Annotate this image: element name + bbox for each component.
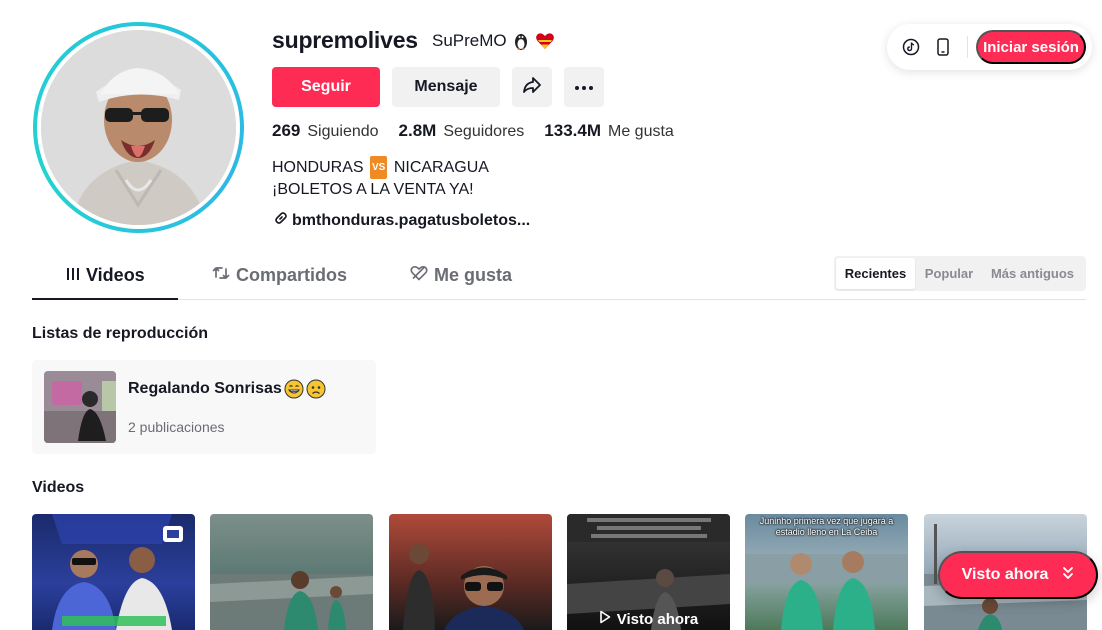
chevrons-down-icon [1062, 566, 1074, 585]
stat-following[interactable]: 269 Siguiendo [272, 121, 379, 141]
stat-value: 2.8M [398, 121, 437, 140]
repost-icon [212, 265, 230, 286]
tab-label: Compartidos [236, 265, 348, 285]
sad-face-icon [306, 379, 326, 399]
video-card[interactable]: Visto ahora [567, 514, 730, 630]
bio-line-1: HONDURAS VS NICARAGUA [272, 156, 489, 179]
playlist-count: 2 publicaciones [128, 419, 225, 435]
vs-icon: VS [370, 156, 388, 179]
playlist-thumbnail [44, 371, 116, 443]
avatar[interactable] [33, 22, 244, 233]
ellipsis-icon [574, 78, 594, 96]
top-actions: Iniciar sesión [887, 24, 1092, 70]
playlist-title-text: Regalando Sonrisas [128, 380, 282, 397]
divider [967, 36, 968, 58]
playlist-card[interactable]: Regalando Sonrisas 2 publicaciones [32, 360, 376, 454]
share-icon [521, 74, 543, 101]
link-text: bmthonduras.pagatusboletos... [292, 211, 531, 229]
tab-label: Videos [86, 265, 145, 285]
grin-icon [284, 379, 304, 399]
play-icon [599, 610, 611, 628]
nickname: SuPreMO [432, 31, 555, 51]
stat-value: 269 [272, 121, 301, 140]
video-card[interactable] [32, 514, 195, 630]
watched-label: Visto ahora [567, 608, 730, 630]
video-card[interactable]: Juninho primera vez que jugará a estadio… [745, 514, 908, 630]
tab-label: Me gusta [434, 265, 513, 285]
follow-button[interactable]: Seguir [272, 67, 380, 107]
stat-value: 133.4M [544, 121, 601, 140]
bio-line-2: ¡BOLETOS A LA VENTA YA! [272, 181, 474, 198]
penguin-icon [511, 31, 531, 51]
video-card[interactable] [210, 514, 373, 630]
tab-shared[interactable]: Compartidos [212, 265, 347, 286]
video-card[interactable] [389, 514, 552, 630]
videos-title: Videos [32, 479, 85, 496]
video-caption: Juninho primera vez que jugará a estadio… [759, 516, 894, 537]
sort-selector: Recientes Popular Más antiguos [834, 256, 1086, 291]
video-thumbnail [403, 544, 524, 630]
playlist-title: Regalando Sonrisas [128, 379, 326, 399]
stat-followers[interactable]: 2.8M Seguidores [399, 121, 525, 141]
more-button[interactable] [564, 67, 604, 107]
bio: HONDURAS VS NICARAGUA ¡BOLETOS A LA VENT… [272, 156, 489, 200]
grid-icon [66, 265, 80, 286]
avatar-photo [41, 30, 236, 225]
float-button-label: Visto ahora [961, 566, 1049, 583]
share-button[interactable] [512, 67, 552, 107]
tiktok-icon[interactable] [901, 37, 921, 57]
stat-label: Seguidores [443, 123, 525, 140]
link-icon [274, 211, 288, 230]
mobile-icon[interactable] [933, 37, 953, 57]
video-thumbnail [52, 514, 183, 630]
heart-outline-icon [410, 265, 428, 286]
nickname-text: SuPreMO [432, 31, 507, 50]
stat-label: Siguiendo [307, 123, 379, 140]
watched-text: Visto ahora [616, 610, 699, 628]
video-thumbnail [210, 571, 373, 630]
username: supremolives [272, 27, 418, 53]
tab-likes[interactable]: Me gusta [410, 265, 512, 286]
stat-likes: 133.4M Me gusta [544, 121, 674, 141]
profile-stats: 269 Siguiendo 2.8M Seguidores 133.4M Me gus… [272, 121, 674, 141]
message-button[interactable]: Mensaje [392, 67, 500, 107]
login-button[interactable]: Iniciar sesión [976, 30, 1086, 64]
bio-link[interactable]: bmthonduras.pagatusboletos... [274, 211, 530, 230]
bio-text: HONDURAS [272, 159, 364, 176]
playlists-title: Listas de reproducción [32, 325, 209, 342]
active-tab-indicator [32, 298, 178, 300]
bio-text: NICARAGUA [393, 159, 489, 176]
heart-icon [535, 31, 555, 51]
watched-now-floating-button[interactable]: Visto ahora [938, 551, 1098, 599]
video-grid: Visto ahora Juninho primera vez que juga… [32, 514, 1087, 630]
sort-recent[interactable]: Recientes [836, 258, 915, 289]
sort-popular[interactable]: Popular [915, 258, 983, 289]
tab-videos[interactable]: Videos [66, 265, 145, 286]
stat-label: Me gusta [608, 123, 674, 140]
sort-oldest[interactable]: Más antiguos [983, 258, 1082, 289]
